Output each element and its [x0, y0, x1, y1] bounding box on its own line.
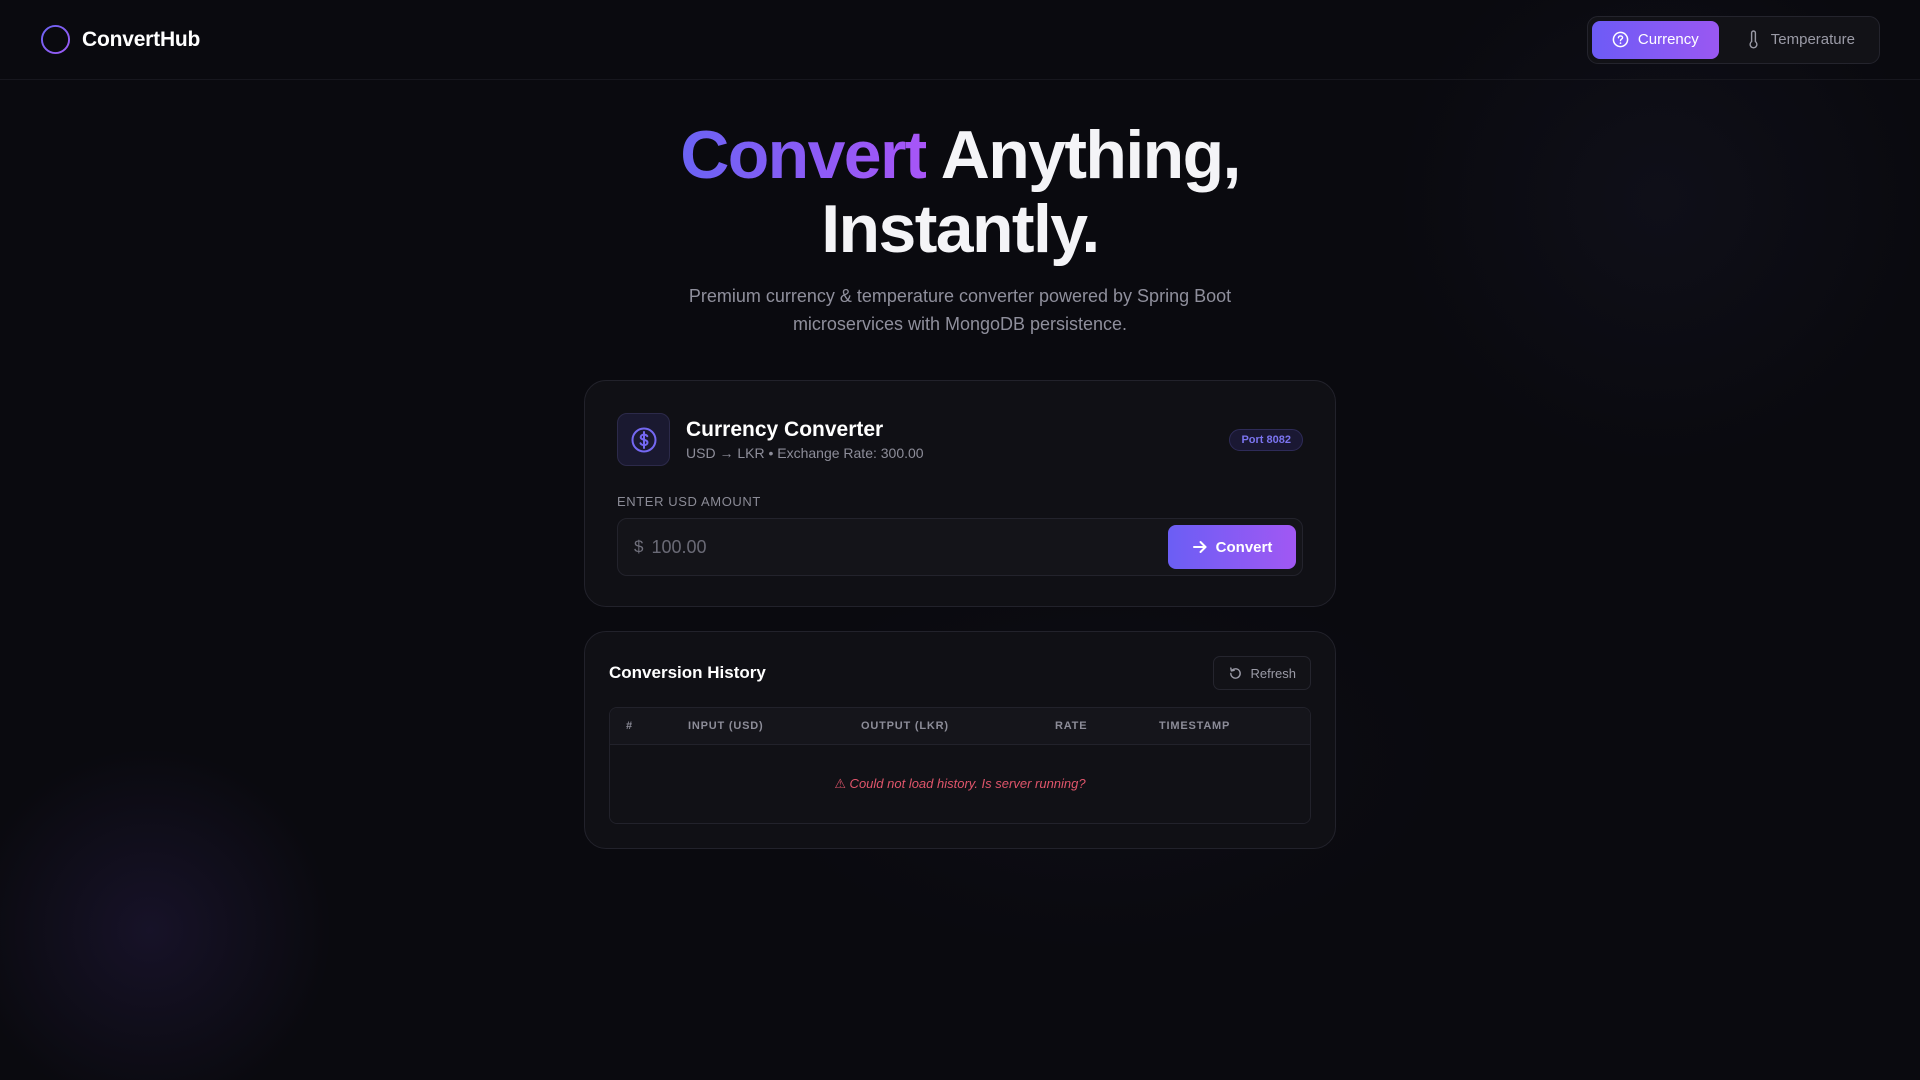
- converter-icon-box: [617, 413, 670, 466]
- converter-titles: Currency Converter USD → LKR • Exchange …: [686, 418, 924, 461]
- amount-input-row: $ Convert: [617, 518, 1303, 576]
- column-index: #: [626, 720, 633, 732]
- tab-temperature[interactable]: Temperature: [1725, 21, 1875, 59]
- history-title: Conversion History: [609, 663, 766, 682]
- tab-currency-label: Currency: [1637, 31, 1699, 48]
- mode-switch: Currency Temperature: [1586, 15, 1880, 64]
- hero-title-rest-1: Anything,: [925, 117, 1242, 193]
- currency-icon: [1612, 31, 1629, 48]
- converter-title: Currency Converter: [686, 418, 884, 441]
- convert-button[interactable]: Convert: [1168, 525, 1296, 569]
- refresh-icon: [1230, 666, 1242, 679]
- history-table-header: # Input (USD) Output (LKR) Rate Timestam…: [610, 708, 1310, 745]
- hero-title-accent: Convert: [680, 117, 927, 193]
- column-input-usd: Input (USD): [688, 720, 764, 732]
- history-table: # Input (USD) Output (LKR) Rate Timestam…: [609, 707, 1311, 824]
- history-error-message: ⚠ Could not load history. Is server runn…: [834, 776, 1086, 791]
- conversion-history-card: Conversion History Refresh # Input (USD)…: [584, 631, 1336, 849]
- tab-temperature-label: Temperature: [1770, 31, 1855, 48]
- column-timestamp: Timestamp: [1159, 720, 1231, 732]
- currency-converter-card: Currency Converter USD → LKR • Exchange …: [584, 380, 1336, 607]
- refresh-button-label: Refresh: [1250, 665, 1296, 681]
- amount-label: Enter USD Amount: [617, 494, 761, 509]
- usd-amount-input[interactable]: [651, 536, 1168, 558]
- arrow-right-icon: [1192, 541, 1207, 553]
- plus-circle-icon: [40, 24, 71, 55]
- refresh-button[interactable]: Refresh: [1213, 656, 1311, 690]
- column-output-lkr: Output (LKR): [861, 720, 949, 732]
- convert-button-label: Convert: [1215, 538, 1273, 556]
- dollar-icon: [631, 427, 656, 452]
- hero-subtitle: Premium currency & temperature converter…: [688, 286, 1232, 334]
- hero-title: Convert Anything, Instantly.: [0, 118, 1920, 266]
- history-header: Conversion History Refresh: [609, 656, 1311, 690]
- currency-sign: $: [634, 537, 644, 556]
- hero: Convert Anything, Instantly. Premium cur…: [0, 118, 1920, 338]
- converter-meta: USD → LKR • Exchange Rate: 300.00: [686, 445, 924, 461]
- thermometer-icon: [1749, 30, 1758, 49]
- app-header: ConvertHub Currency Temperature: [0, 0, 1920, 80]
- port-badge: Port 8082: [1229, 428, 1303, 451]
- hero-title-rest-2: Instantly.: [821, 191, 1100, 267]
- tab-currency[interactable]: Currency: [1591, 20, 1719, 59]
- history-table-body: ⚠ Could not load history. Is server runn…: [610, 745, 1310, 823]
- column-rate: Rate: [1055, 720, 1088, 732]
- brand[interactable]: ConvertHub: [40, 24, 200, 55]
- brand-name: ConvertHub: [82, 27, 201, 51]
- converter-header: Currency Converter USD → LKR • Exchange …: [617, 413, 1303, 466]
